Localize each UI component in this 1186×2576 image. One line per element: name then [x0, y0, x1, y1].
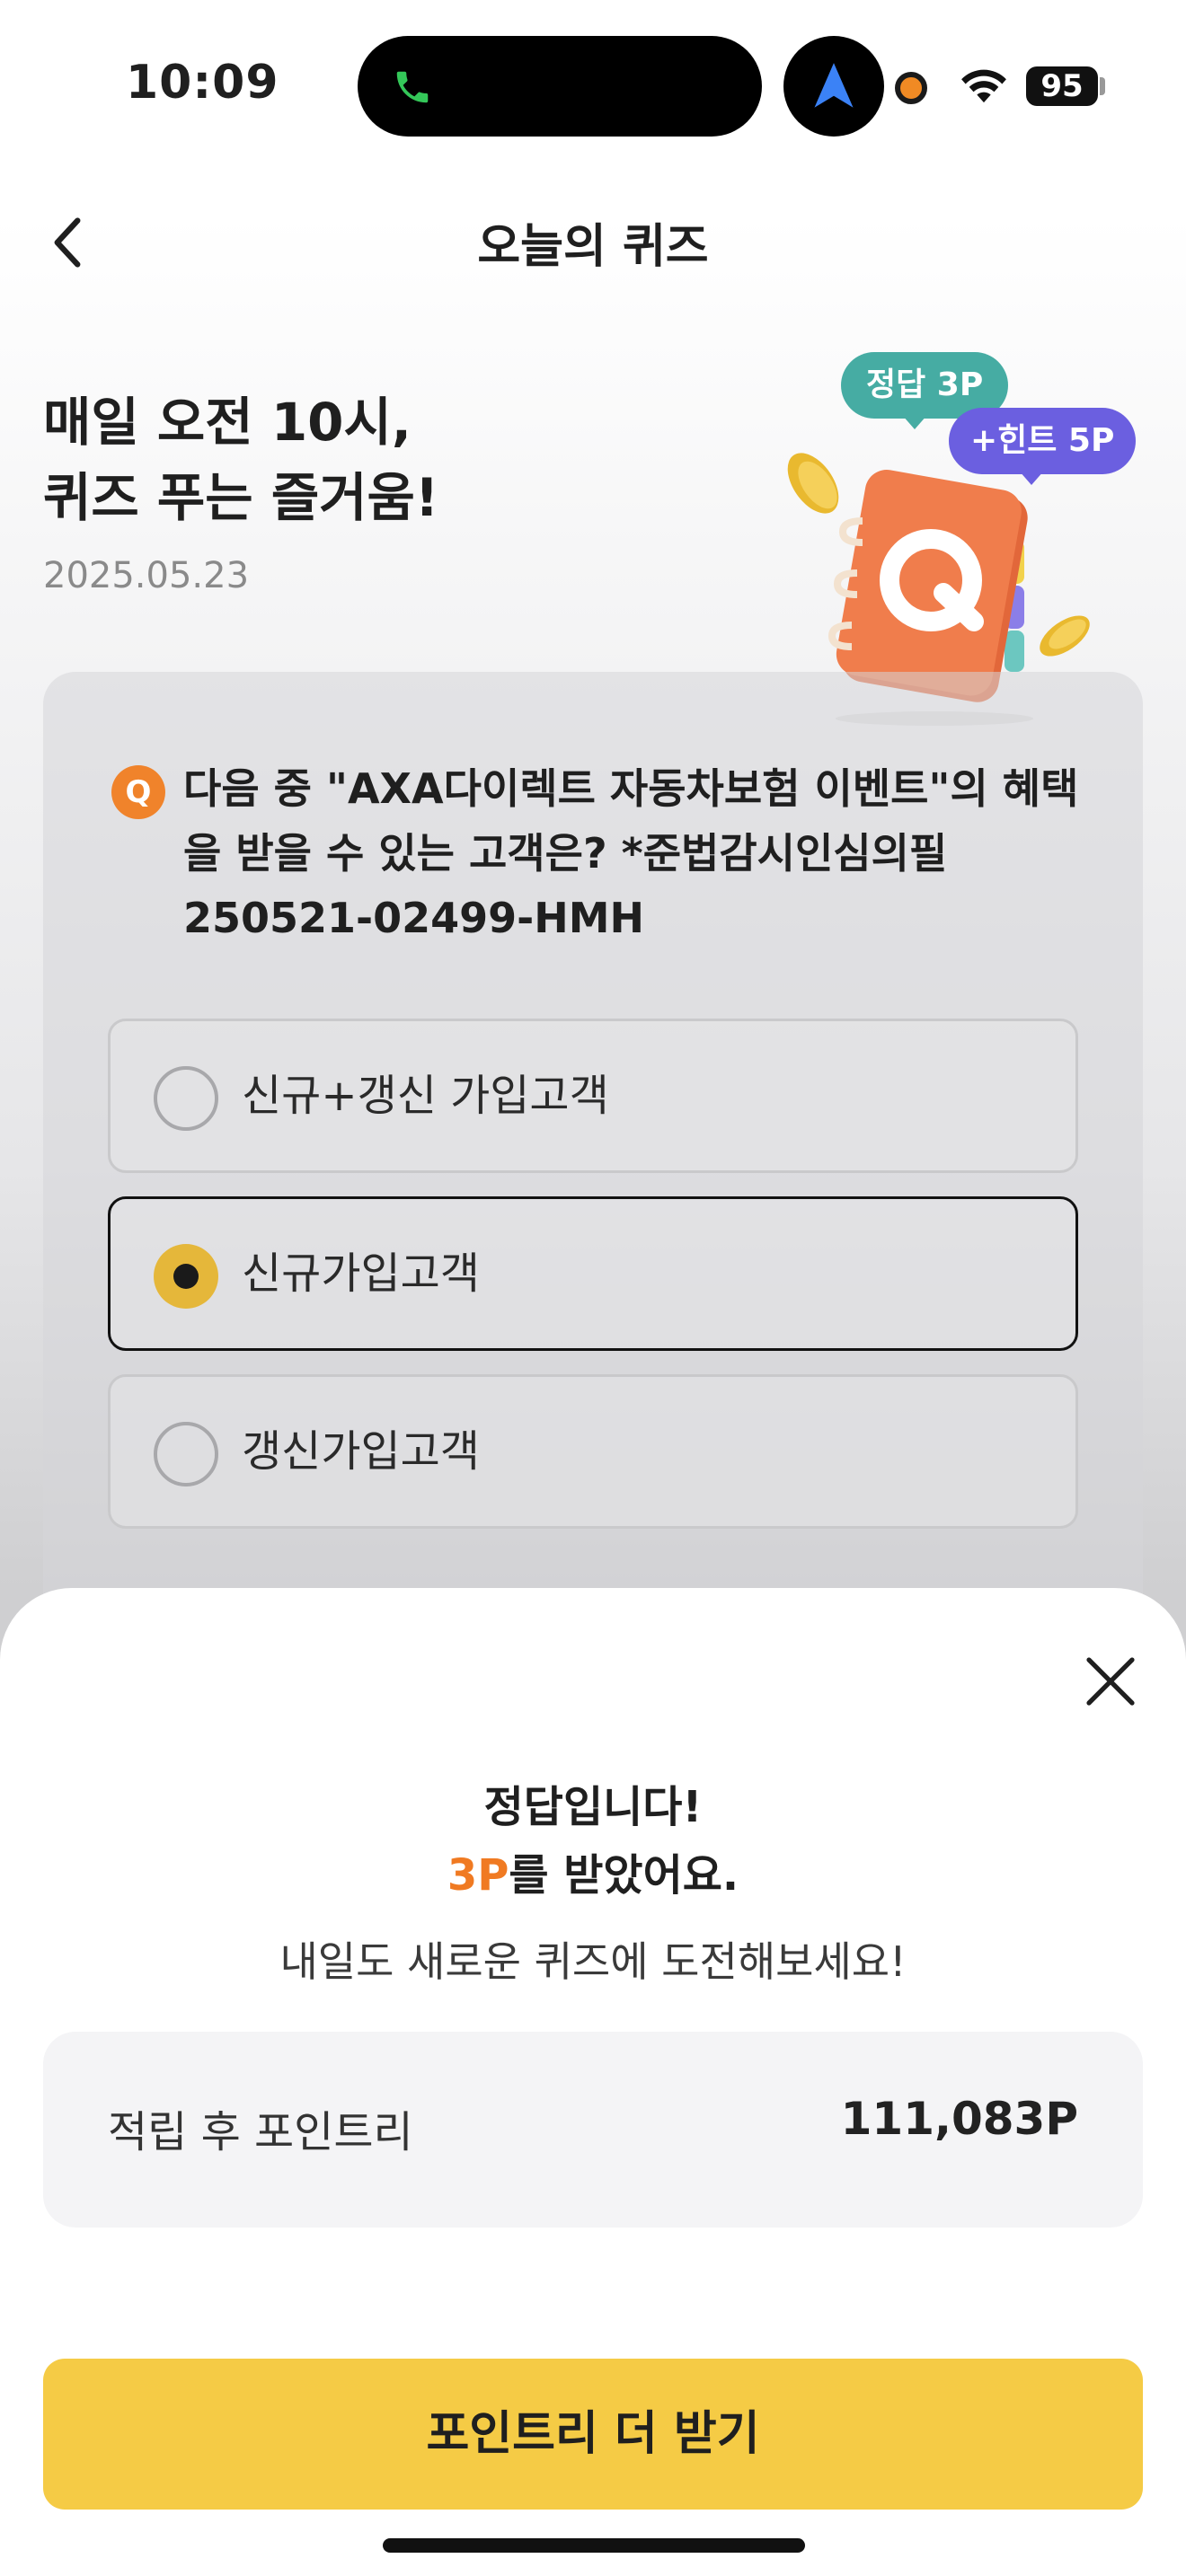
earned-points-suffix: 를 받았어요. — [509, 1850, 739, 1901]
earned-points: 3P — [447, 1850, 509, 1901]
quiz-date: 2025.05.23 — [43, 555, 250, 596]
radio-button-selected[interactable] — [154, 1244, 218, 1309]
result-title: 정답입니다! — [483, 1782, 703, 1832]
hint-points-bubble: +힌트 5P — [949, 408, 1137, 474]
status-time: 10:09 — [126, 56, 279, 110]
battery-nub — [1100, 77, 1105, 95]
hero-title-line2: 퀴즈 푸는 즐거움! — [43, 467, 439, 528]
radio-button[interactable] — [154, 1422, 218, 1486]
quiz-option-3[interactable]: 갱신가입고객 — [108, 1374, 1078, 1529]
close-icon[interactable] — [1082, 1653, 1139, 1710]
wifi-icon — [961, 69, 1006, 103]
question-badge-icon: Q — [111, 765, 165, 819]
page-title: 오늘의 퀴즈 — [477, 220, 709, 274]
correct-bubble-tail — [902, 415, 927, 429]
result-points-message: 3P를 받았어요. — [0, 1839, 1186, 1902]
privacy-dot — [895, 72, 927, 104]
option-label: 신규가입고객 — [242, 1248, 480, 1299]
location-arrow-icon — [814, 63, 854, 108]
option-label: 신규+갱신 가입고객 — [242, 1071, 609, 1121]
get-more-points-button[interactable]: 포인트리 더 받기 — [43, 2359, 1143, 2510]
hero-title-line1: 매일 오전 10시, — [43, 392, 412, 453]
phone-icon — [396, 71, 429, 103]
points-balance-value: 111,083P — [840, 2093, 1078, 2145]
quiz-option-2[interactable]: 신규가입고객 — [108, 1196, 1078, 1351]
points-balance-label: 적립 후 포인트리 — [108, 2107, 413, 2157]
battery-level: 95 — [1040, 68, 1084, 104]
result-subtitle: 내일도 새로운 퀴즈에 도전해보세요! — [279, 1937, 907, 1986]
question-text: 다음 중 "AXA다이렉트 자동차보험 이벤트"의 혜택을 받을 수 있는 고객… — [183, 764, 1079, 942]
option-label: 갱신가입고객 — [242, 1426, 480, 1477]
hero-title: 매일 오전 10시, 퀴즈 푸는 즐거움! — [43, 384, 438, 535]
home-indicator — [383, 2538, 805, 2553]
quiz-option-1[interactable]: 신규+갱신 가입고객 — [108, 1019, 1078, 1173]
radio-button[interactable] — [154, 1066, 218, 1131]
hint-bubble-tail — [1019, 471, 1044, 485]
